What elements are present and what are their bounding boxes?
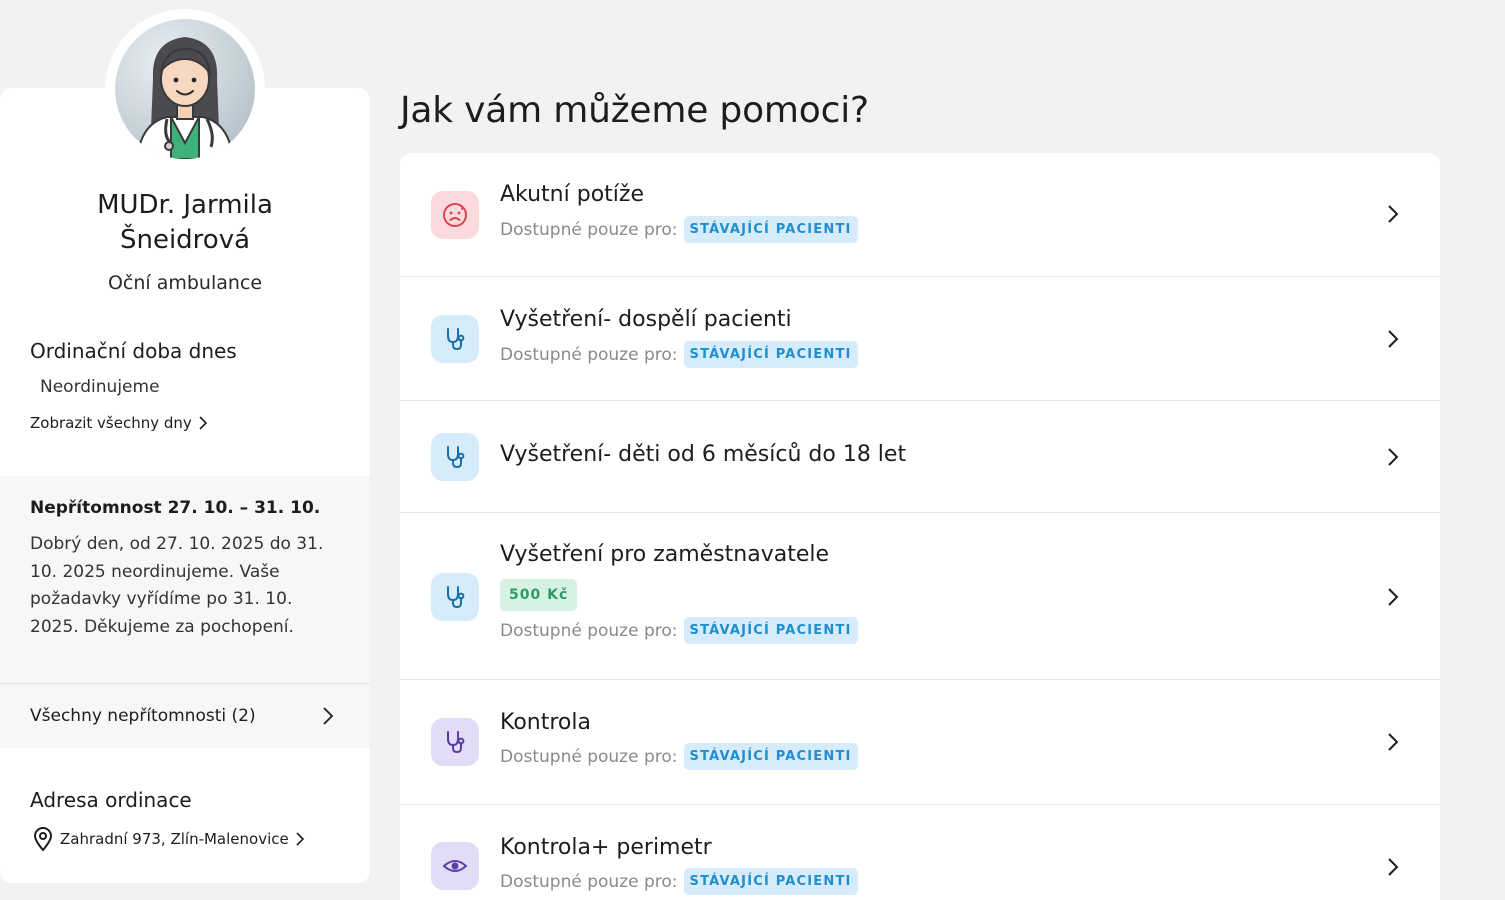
service-title: Kontrola <box>500 710 591 735</box>
stethoscope-icon <box>431 573 479 621</box>
chevron-right-icon <box>1385 587 1401 607</box>
stethoscope-icon <box>431 433 479 481</box>
absence-title: Nepřítomnost 27. 10. – 31. 10. <box>30 498 321 518</box>
doctor-avatar-illustration <box>135 37 235 159</box>
service-availability: Dostupné pouze pro: STÁVAJÍCÍ PACIENTI <box>500 617 858 644</box>
page-title: Jak vám můžeme pomoci? <box>400 90 869 131</box>
chevron-right-icon <box>1385 447 1401 467</box>
chevron-right-icon <box>199 416 207 430</box>
service-availability: Dostupné pouze pro: STÁVAJÍCÍ PACIENTI <box>500 868 858 895</box>
price-badge: 500 Kč <box>500 579 578 611</box>
chevron-right-icon <box>1385 732 1401 752</box>
doctor-card: MUDr. Jarmila Šneidrová Oční ambulance O… <box>0 88 370 883</box>
chevron-right-icon <box>1385 329 1401 349</box>
sad-face-icon <box>431 191 479 239</box>
availability-label: Dostupné pouze pro: <box>500 871 678 892</box>
chevron-right-icon <box>323 707 334 725</box>
stethoscope-icon <box>431 315 479 363</box>
map-pin-icon <box>33 827 53 852</box>
doctor-avatar <box>115 19 255 159</box>
chevron-right-icon <box>1385 204 1401 224</box>
service-row-vysetreni-dospeli[interactable]: Vyšetření- dospělí pacienti Dostupné pou… <box>400 277 1440 401</box>
availability-label: Dostupné pouze pro: <box>500 219 678 240</box>
service-row-vysetreni-zamestnavatele[interactable]: Vyšetření pro zaměstnavatele 500 Kč Dost… <box>400 513 1440 680</box>
all-absences-label: Všechny nepřítomnosti (2) <box>30 706 256 726</box>
services-list: Akutní potíže Dostupné pouze pro: STÁVAJ… <box>400 153 1440 900</box>
service-title: Akutní potíže <box>500 182 644 207</box>
absence-notice: Nepřítomnost 27. 10. – 31. 10. Dobrý den… <box>0 476 370 748</box>
service-row-akutni-potize[interactable]: Akutní potíže Dostupné pouze pro: STÁVAJ… <box>400 153 1440 277</box>
availability-label: Dostupné pouze pro: <box>500 620 678 641</box>
existing-patients-badge: STÁVAJÍCÍ PACIENTI <box>683 341 858 368</box>
service-title: Vyšetření pro zaměstnavatele <box>500 542 830 567</box>
existing-patients-badge: STÁVAJÍCÍ PACIENTI <box>683 216 858 243</box>
address-text: Zahradní 973, Zlín-Malenovice <box>60 830 289 848</box>
office-hours-today: Neordinujeme <box>40 377 160 397</box>
address-title: Adresa ordinace <box>30 788 192 812</box>
show-all-days-link[interactable]: Zobrazit všechny dny <box>30 414 208 432</box>
doctor-avatar-frame <box>105 9 265 169</box>
stethoscope-icon <box>431 718 479 766</box>
service-title: Kontrola+ perimetr <box>500 835 712 860</box>
service-title: Vyšetření- dospělí pacienti <box>500 307 792 332</box>
office-hours-title: Ordinační doba dnes <box>30 339 237 363</box>
chevron-right-icon <box>1385 857 1401 877</box>
chevron-right-icon <box>296 832 304 846</box>
service-row-kontrola[interactable]: Kontrola Dostupné pouze pro: STÁVAJÍCÍ P… <box>400 680 1440 805</box>
service-availability: Dostupné pouze pro: STÁVAJÍCÍ PACIENTI <box>500 341 858 368</box>
show-all-days-label: Zobrazit všechny dny <box>30 414 192 432</box>
service-title: Vyšetření- děti od 6 měsíců do 18 let <box>500 442 907 467</box>
availability-label: Dostupné pouze pro: <box>500 746 678 767</box>
availability-label: Dostupné pouze pro: <box>500 344 678 365</box>
service-row-kontrola-perimetr[interactable]: Kontrola+ perimetr Dostupné pouze pro: S… <box>400 805 1440 900</box>
absence-text: Dobrý den, od 27. 10. 2025 do 31. 10. 20… <box>30 534 324 637</box>
doctor-specialty: Oční ambulance <box>107 272 263 294</box>
doctor-name: MUDr. Jarmila Šneidrová <box>97 190 273 255</box>
existing-patients-badge: STÁVAJÍCÍ PACIENTI <box>683 743 858 770</box>
service-row-vysetreni-deti[interactable]: Vyšetření- děti od 6 měsíců do 18 let <box>400 401 1440 513</box>
service-availability: Dostupné pouze pro: STÁVAJÍCÍ PACIENTI <box>500 743 858 770</box>
eye-icon <box>431 842 479 890</box>
all-absences-link[interactable]: Všechny nepřítomnosti (2) <box>0 684 370 748</box>
existing-patients-badge: STÁVAJÍCÍ PACIENTI <box>683 868 858 895</box>
address-link[interactable]: Zahradní 973, Zlín-Malenovice <box>32 826 305 852</box>
existing-patients-badge: STÁVAJÍCÍ PACIENTI <box>683 617 858 644</box>
service-availability: Dostupné pouze pro: STÁVAJÍCÍ PACIENTI <box>500 216 858 243</box>
